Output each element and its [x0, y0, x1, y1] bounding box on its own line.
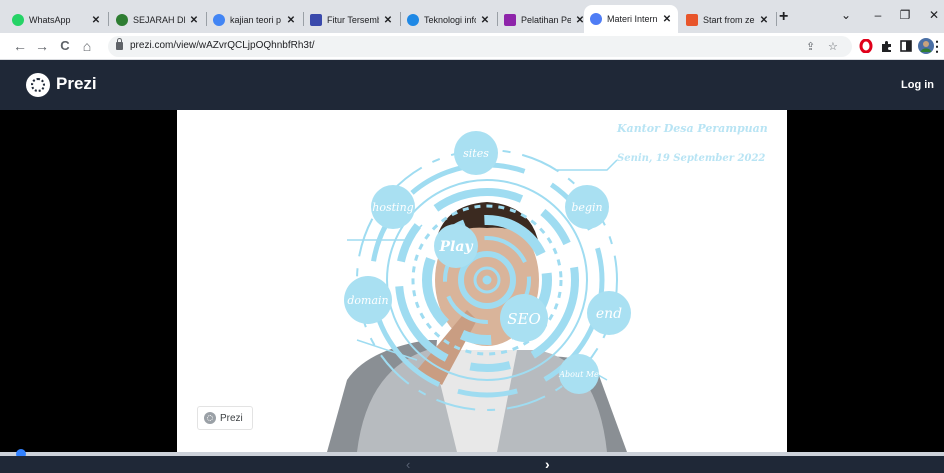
tab-separator — [108, 12, 109, 26]
bubble-label: domain — [347, 294, 388, 307]
next-step-button[interactable]: › — [545, 456, 550, 472]
prezi-brand[interactable]: Prezi — [56, 74, 97, 94]
puzzle-icon[interactable] — [879, 39, 893, 53]
slide-title: Kantor Desa Perampuan — [617, 122, 768, 135]
tab-teknologi[interactable]: Teknologi infc ✕ — [401, 7, 496, 33]
prezi-watermark[interactable]: Prezi — [197, 406, 253, 430]
close-tab-icon[interactable]: ✕ — [759, 15, 769, 26]
bubble-label: begin — [571, 201, 602, 214]
site-icon — [116, 14, 128, 26]
url-text[interactable]: prezi.com/view/wAZvrQCLjpOQhnbfRh3t/ — [130, 40, 315, 51]
minimize-button[interactable]: – — [870, 8, 886, 22]
whatsapp-icon — [12, 14, 24, 26]
close-tab-icon[interactable]: ✕ — [91, 15, 101, 26]
tab-title: Pelatihan Per — [521, 15, 571, 25]
reload-button[interactable]: C — [57, 38, 73, 54]
forward-button[interactable]: → — [34, 38, 50, 54]
slide-canvas[interactable]: sites hosting begin Play domain SEO end … — [177, 110, 787, 452]
tab-title: kajian teori p — [230, 15, 282, 25]
tab-sejarah[interactable]: SEJARAH DE ✕ — [110, 7, 205, 33]
bubble-label: About Me — [558, 370, 599, 379]
close-window-button[interactable]: ✕ — [926, 8, 942, 22]
prezi-logo-icon — [204, 412, 216, 424]
slide-date: Senin, 19 September 2022 — [617, 153, 766, 164]
browser-menu-button[interactable]: ⋮ — [930, 38, 944, 54]
bubble-label: SEO — [507, 310, 541, 328]
share-icon[interactable]: ⇪ — [806, 40, 815, 53]
tab-pelatihan[interactable]: Pelatihan Per ✕ — [498, 7, 591, 33]
bubble-label: sites — [463, 147, 489, 160]
restore-button[interactable]: ❐ — [897, 8, 913, 22]
tab-fitur[interactable]: Fitur Tersemb ✕ — [304, 7, 399, 33]
bubble-sites[interactable]: sites — [454, 131, 498, 175]
watermark-label: Prezi — [220, 412, 243, 424]
browser-toolbar: ← → C ⌂ prezi.com/view/wAZvrQCLjpOQhnbfR… — [0, 33, 944, 60]
login-link[interactable]: Log in — [901, 79, 934, 91]
close-tab-icon[interactable]: ✕ — [480, 15, 490, 26]
new-tab-button[interactable]: + — [779, 9, 788, 25]
close-tab-icon[interactable]: ✕ — [286, 15, 296, 26]
site-icon — [407, 14, 419, 26]
prezi-logo-icon[interactable] — [26, 73, 50, 97]
bubble-begin[interactable]: begin — [565, 185, 609, 229]
prezi-icon — [590, 13, 602, 25]
site-icon — [310, 14, 322, 26]
bubble-label: end — [596, 306, 622, 322]
google-icon — [213, 14, 225, 26]
bubble-domain[interactable]: domain — [344, 276, 392, 324]
previous-step-button[interactable]: ‹ — [406, 457, 410, 472]
site-icon — [686, 14, 698, 26]
tab-title: SEJARAH DE — [133, 15, 185, 25]
bubble-label: Play — [438, 239, 473, 255]
tab-title: Start from zei — [703, 15, 755, 25]
bubble-end[interactable]: end — [587, 291, 631, 335]
tab-start[interactable]: Start from zei ✕ — [680, 7, 775, 33]
site-icon — [504, 14, 516, 26]
bubble-hosting[interactable]: hosting — [371, 185, 415, 229]
opera-icon[interactable] — [859, 39, 873, 53]
bookmark-star-icon[interactable]: ☆ — [828, 40, 838, 53]
address-bar[interactable]: prezi.com/view/wAZvrQCLjpOQhnbfRh3t/ ⇪ ☆ — [108, 36, 852, 57]
tab-title: WhatsApp — [29, 15, 71, 25]
tab-search-button[interactable]: ⌄ — [838, 8, 854, 22]
presentation-nav: ‹ › — [0, 456, 944, 473]
prezi-header: Prezi Log in — [0, 60, 944, 110]
tab-title: Materi Intern — [607, 14, 658, 24]
close-tab-icon[interactable]: ✕ — [383, 15, 393, 26]
tab-whatsapp[interactable]: WhatsApp ✕ — [6, 7, 107, 33]
tab-title: Teknologi infc — [424, 15, 476, 25]
close-tab-icon[interactable]: ✕ — [189, 15, 199, 26]
sidepanel-icon[interactable] — [899, 39, 913, 53]
home-button[interactable]: ⌂ — [79, 38, 95, 54]
bubble-label: hosting — [372, 201, 413, 214]
tab-strip: WhatsApp ✕ SEJARAH DE ✕ kajian teori p ✕… — [0, 0, 944, 33]
presentation-stage: sites hosting begin Play domain SEO end … — [0, 110, 944, 452]
lock-icon[interactable] — [116, 38, 123, 50]
bubble-play[interactable]: Play — [434, 224, 478, 268]
tab-title: Fitur Tersemb — [327, 15, 379, 25]
back-button[interactable]: ← — [12, 38, 28, 54]
tab-kajian[interactable]: kajian teori p ✕ — [207, 7, 302, 33]
tab-materi-active[interactable]: Materi Intern ✕ — [584, 5, 678, 33]
tab-separator — [776, 12, 777, 26]
close-tab-icon[interactable]: ✕ — [662, 14, 672, 25]
bubble-seo[interactable]: SEO — [500, 294, 548, 342]
